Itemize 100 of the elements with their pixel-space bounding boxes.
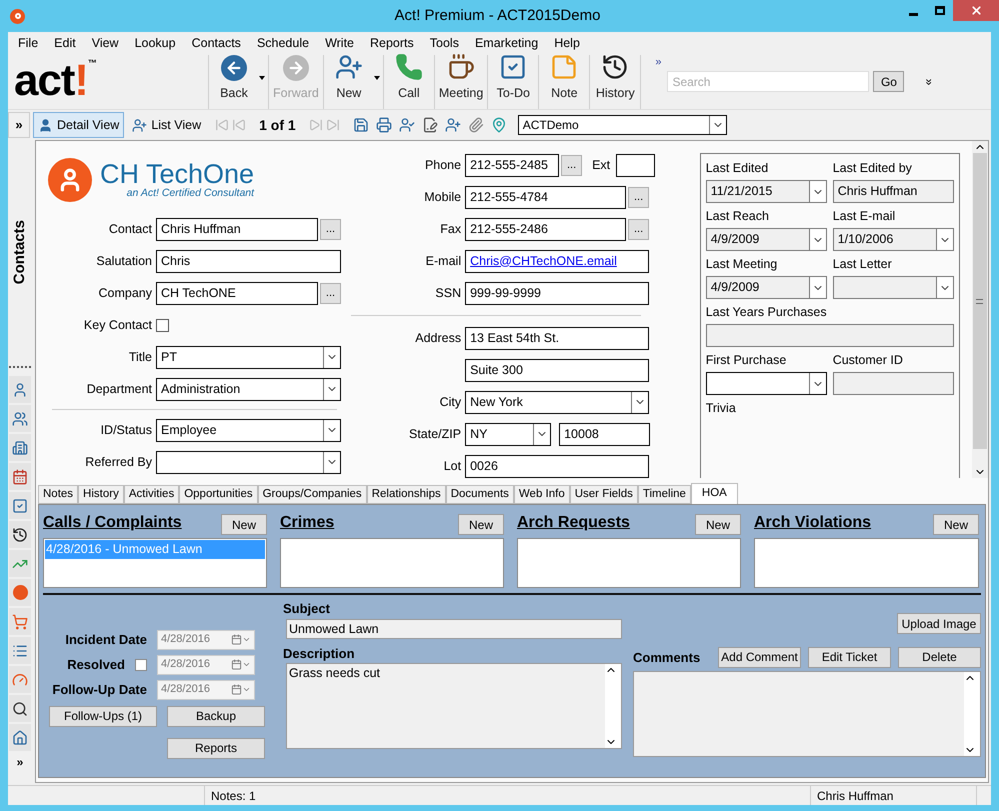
text-field[interactable] (616, 154, 656, 176)
comments-field[interactable] (633, 670, 981, 756)
text-field[interactable]: 13 East 54th St. (465, 326, 650, 350)
person-plus-icon[interactable] (444, 117, 461, 133)
lookup-button[interactable]: ... (561, 154, 582, 176)
dropdown-field[interactable] (832, 276, 954, 299)
text-field[interactable]: 212-555-2485 (465, 154, 560, 176)
tab[interactable]: Web Info (514, 485, 570, 504)
list-icon[interactable] (9, 637, 31, 664)
close-button[interactable] (953, 0, 999, 21)
menu-item[interactable]: Emarketing (474, 34, 538, 53)
dropdown-field[interactable]: 4/9/2009 (706, 228, 827, 251)
tab[interactable]: Groups/Companies (258, 485, 367, 504)
scrollbar[interactable] (972, 141, 988, 478)
database-dropdown[interactable]: ACTDemo (518, 115, 727, 135)
button[interactable]: Backup (167, 706, 265, 726)
menu-item[interactable]: File (18, 34, 38, 53)
lookup-button[interactable]: ... (628, 218, 650, 240)
menu-item[interactable]: Help (554, 34, 580, 53)
text-field[interactable] (706, 324, 954, 347)
expand-button[interactable]: » (8, 112, 30, 138)
go-button[interactable]: Go (873, 71, 904, 92)
menu-item[interactable]: View (92, 34, 119, 53)
email-field[interactable]: Chris@CHTechONE.email (465, 250, 650, 272)
dropdown-field[interactable]: 4/9/2009 (706, 276, 827, 299)
people-icon[interactable] (9, 405, 31, 432)
dropdown-field[interactable]: 11/21/2015 (706, 180, 827, 203)
new-button[interactable]: New (695, 514, 741, 535)
person-icon[interactable] (398, 117, 415, 133)
save-icon[interactable] (352, 117, 369, 133)
text-field[interactable]: 212-555-2486 (465, 218, 626, 240)
upload-button[interactable]: Upload Image (897, 613, 981, 634)
button[interactable]: Add Comment (718, 646, 801, 668)
list-box[interactable] (280, 538, 504, 588)
text-field[interactable] (832, 372, 954, 395)
map-pin-icon[interactable] (490, 117, 507, 133)
lookup-button[interactable]: ... (320, 282, 341, 304)
text-field[interactable]: Chris (156, 250, 341, 272)
tab[interactable]: Notes (38, 485, 78, 504)
toolbar-button[interactable]: Meeting (434, 55, 488, 109)
view-tab[interactable]: Detail View (33, 112, 124, 138)
tab[interactable]: Opportunities (179, 485, 258, 504)
list-box[interactable] (517, 538, 741, 588)
description-field[interactable]: Grass needs cut (286, 663, 622, 749)
document-icon[interactable] (422, 117, 438, 133)
overflow-button[interactable]: » (924, 78, 936, 85)
button[interactable]: Edit Ticket (808, 646, 891, 668)
text-field[interactable]: 10008 (559, 422, 650, 446)
tab[interactable]: Timeline (638, 485, 691, 504)
toolbar-button[interactable]: Note (539, 55, 590, 109)
home-icon[interactable] (9, 724, 31, 751)
menu-item[interactable]: Tools (430, 34, 459, 53)
calendar-icon[interactable] (9, 463, 31, 490)
new-button[interactable]: New (221, 514, 267, 535)
toolbar-button[interactable]: New (324, 55, 374, 109)
menu-item[interactable]: Lookup (134, 34, 176, 53)
text-field[interactable]: 212-555-4784 (465, 186, 626, 208)
person-icon[interactable] (9, 376, 31, 403)
toolbar-overflow[interactable]: » (655, 57, 662, 68)
tab[interactable]: User Fields (570, 485, 638, 504)
paperclip-icon[interactable] (468, 117, 484, 133)
button[interactable]: Reports (167, 738, 265, 758)
menu-item[interactable]: Contacts (192, 34, 241, 53)
search-icon[interactable] (9, 695, 31, 722)
text-field[interactable]: Chris Huffman (832, 180, 954, 203)
printer-icon[interactable] (376, 117, 392, 133)
scrollbar-thumb[interactable] (972, 153, 987, 449)
tab[interactable]: Documents (446, 485, 514, 504)
menu-item[interactable]: Reports (370, 34, 414, 53)
text-field[interactable]: Chris Huffman (156, 218, 318, 240)
dropdown-field[interactable]: PT (156, 346, 341, 368)
menu-item[interactable]: Edit (54, 34, 76, 53)
text-field[interactable]: Suite 300 (465, 358, 650, 382)
checkbox-icon[interactable] (9, 492, 31, 519)
menu-item[interactable]: Schedule (256, 34, 310, 53)
dropdown-caret-icon[interactable] (259, 76, 265, 80)
tab[interactable]: Relationships (366, 485, 446, 504)
text-field[interactable]: 999-99-9999 (465, 282, 650, 304)
more-button[interactable]: » (16, 753, 24, 771)
dropdown-field[interactable]: Employee (156, 418, 341, 442)
lookup-button[interactable]: ... (628, 186, 650, 208)
toolbar-button[interactable]: Back (209, 55, 259, 109)
search-field[interactable]: Search (667, 71, 870, 92)
toolbar-button[interactable]: Call (384, 55, 434, 109)
text-field[interactable]: CH TechONE (156, 282, 318, 304)
tab[interactable]: History (78, 485, 124, 504)
tab[interactable]: Activities (124, 485, 180, 504)
new-button[interactable]: New (458, 514, 504, 535)
toolbar-button[interactable]: To-Do (488, 55, 538, 109)
dropdown-field[interactable]: NY (465, 422, 552, 446)
tab[interactable]: HOA (690, 483, 738, 504)
menu-item[interactable]: Write (325, 34, 354, 53)
dropdown-field[interactable] (706, 372, 827, 395)
lookup-button[interactable]: ... (320, 218, 341, 240)
toolbar-button[interactable]: History (590, 55, 640, 109)
email-link[interactable]: Chris@CHTechONE.email (470, 252, 617, 270)
new-button[interactable]: New (933, 514, 979, 535)
subject-field[interactable]: Unmowed Lawn (286, 618, 622, 638)
cart-icon[interactable] (9, 608, 31, 635)
list-box[interactable] (754, 538, 979, 588)
